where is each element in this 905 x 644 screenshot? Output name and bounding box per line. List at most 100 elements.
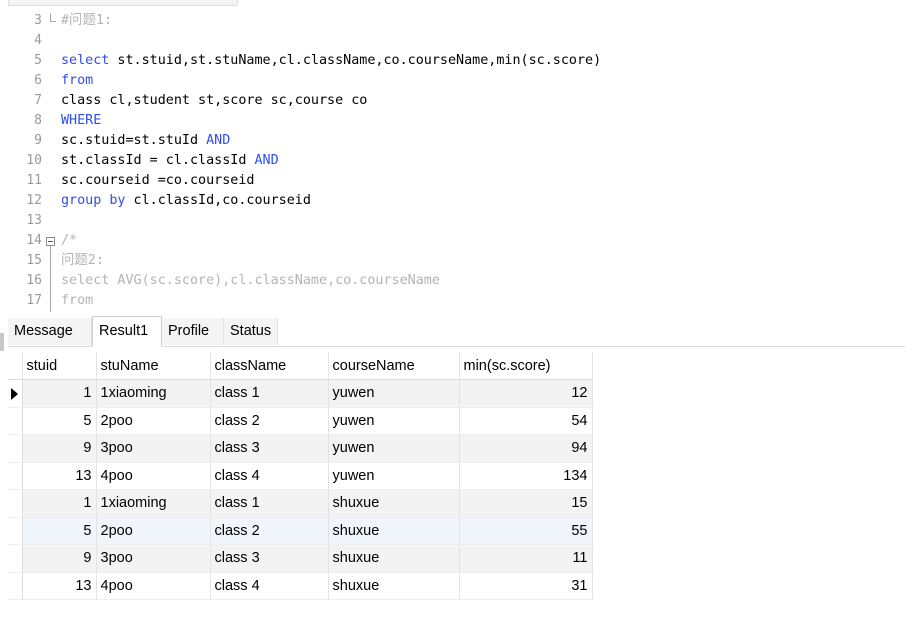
code-line[interactable]: 8 WHERE — [0, 111, 905, 131]
row-indicator[interactable] — [8, 462, 23, 490]
fold-end-mark — [50, 21, 56, 22]
cell-coursename[interactable]: shuxue — [328, 544, 460, 573]
fold-toggle-icon[interactable] — [46, 237, 55, 246]
column-header[interactable]: stuName — [96, 352, 211, 380]
table-row[interactable]: 1 1xiaoming class 1 yuwen 12 — [8, 379, 593, 408]
tab-result1[interactable]: Result1 — [92, 316, 162, 347]
code-line[interactable]: 17 from — [0, 291, 905, 311]
cell-coursename[interactable]: shuxue — [328, 572, 460, 600]
cell-stuid[interactable]: 5 — [22, 407, 97, 435]
code-line[interactable]: 9 sc.stuid=st.stuId AND — [0, 131, 905, 151]
result-grid[interactable]: stuid stuName className courseName min(sc.sc… — [8, 352, 593, 600]
cell-stuname[interactable]: 1xiaoming — [96, 489, 211, 518]
line-number: 7 — [34, 93, 42, 108]
cell-coursename[interactable]: yuwen — [328, 434, 460, 463]
sql-keyword: AND — [206, 133, 231, 148]
cell-coursename[interactable]: shuxue — [328, 517, 460, 545]
cell-classname[interactable]: class 2 — [210, 407, 329, 435]
code-line[interactable]: 7 class cl,student st,score sc,course co — [0, 91, 905, 111]
tab-profile[interactable]: Profile — [162, 318, 224, 345]
row-indicator[interactable] — [8, 572, 23, 600]
line-number: 15 — [26, 253, 42, 268]
line-number: 9 — [34, 133, 42, 148]
row-indicator[interactable] — [8, 544, 23, 573]
table-row[interactable]: 5 2poo class 2 yuwen 54 — [8, 407, 593, 435]
table-row[interactable]: 1 1xiaoming class 1 shuxue 15 — [8, 489, 593, 518]
row-indicator[interactable] — [8, 379, 23, 408]
column-header[interactable]: courseName — [328, 352, 460, 380]
cell-min-sc-score[interactable]: 31 — [459, 572, 593, 600]
code-line[interactable]: 3 #问题1: — [0, 11, 905, 31]
code-line[interactable]: 13 — [0, 211, 905, 231]
cell-stuid[interactable]: 13 — [22, 572, 97, 600]
row-indicator-header — [8, 352, 23, 380]
code-line[interactable]: 16 select AVG(sc.score),cl.className,co.c… — [0, 271, 905, 291]
cell-classname[interactable]: class 4 — [210, 462, 329, 490]
column-header[interactable]: stuid — [22, 352, 97, 380]
cell-stuname[interactable]: 2poo — [96, 517, 211, 545]
cell-stuname[interactable]: 2poo — [96, 407, 211, 435]
table-row[interactable]: 5 2poo class 2 shuxue 55 — [8, 517, 593, 545]
row-indicator[interactable] — [8, 407, 23, 435]
sql-comment: 问题2: — [61, 253, 104, 268]
column-header[interactable]: min(sc.score) — [459, 352, 593, 380]
line-number: 12 — [26, 193, 42, 208]
cell-coursename[interactable]: yuwen — [328, 379, 460, 408]
table-row[interactable]: 13 4poo class 4 yuwen 134 — [8, 462, 593, 490]
cell-classname[interactable]: class 3 — [210, 434, 329, 463]
code-text: st.classId = cl.classId AND — [61, 151, 279, 171]
cell-stuid[interactable]: 9 — [22, 434, 97, 463]
code-line[interactable]: 11 sc.courseid =co.courseid — [0, 171, 905, 191]
tab-message[interactable]: Message — [8, 318, 92, 345]
cell-min-sc-score[interactable]: 55 — [459, 517, 593, 545]
cell-stuname[interactable]: 4poo — [96, 572, 211, 600]
cell-coursename[interactable]: yuwen — [328, 407, 460, 435]
cell-stuname[interactable]: 1xiaoming — [96, 379, 211, 408]
sql-keyword: group by — [61, 193, 126, 208]
cell-stuid[interactable]: 13 — [22, 462, 97, 490]
cell-min-sc-score[interactable]: 134 — [459, 462, 593, 490]
row-indicator[interactable] — [8, 489, 23, 518]
cell-stuid[interactable]: 1 — [22, 489, 97, 518]
cell-min-sc-score[interactable]: 12 — [459, 379, 593, 408]
cell-coursename[interactable]: yuwen — [328, 462, 460, 490]
cell-classname[interactable]: class 2 — [210, 517, 329, 545]
cell-coursename[interactable]: shuxue — [328, 489, 460, 518]
row-indicator[interactable] — [8, 517, 23, 545]
cell-min-sc-score[interactable]: 15 — [459, 489, 593, 518]
cell-stuid[interactable]: 1 — [22, 379, 97, 408]
column-header[interactable]: className — [210, 352, 329, 380]
cell-classname[interactable]: class 4 — [210, 572, 329, 600]
cell-classname[interactable]: class 1 — [210, 489, 329, 518]
cell-stuname[interactable]: 3poo — [96, 434, 211, 463]
code-line[interactable]: 6 from — [0, 71, 905, 91]
cell-min-sc-score[interactable]: 54 — [459, 407, 593, 435]
table-row[interactable]: 13 4poo class 4 shuxue 31 — [8, 572, 593, 600]
cell-stuid[interactable]: 5 — [22, 517, 97, 545]
cell-stuname[interactable]: 3poo — [96, 544, 211, 573]
table-row[interactable]: 9 3poo class 3 yuwen 94 — [8, 434, 593, 463]
code-text: 问题2: — [61, 251, 104, 271]
code-line[interactable]: 12 group by cl.classId,co.courseid — [0, 191, 905, 211]
code-text: from — [61, 71, 93, 91]
cell-classname[interactable]: class 1 — [210, 379, 329, 408]
table-row[interactable]: 9 3poo class 3 shuxue 11 — [8, 544, 593, 573]
current-row-arrow-icon — [11, 388, 18, 400]
code-line[interactable]: 14 /* — [0, 231, 905, 251]
cell-classname[interactable]: class 3 — [210, 544, 329, 573]
cell-min-sc-score[interactable]: 11 — [459, 544, 593, 573]
code-line[interactable]: 10 st.classId = cl.classId AND — [0, 151, 905, 171]
code-line[interactable]: 5 select st.stuid,st.stuName,cl.className… — [0, 51, 905, 71]
row-indicator[interactable] — [8, 434, 23, 463]
cell-stuid[interactable]: 9 — [22, 544, 97, 573]
cell-min-sc-score[interactable]: 94 — [459, 434, 593, 463]
sql-editor[interactable]: 3 #问题1: 4 5 select st.stuid,st.stuName,cl.cl… — [0, 6, 905, 312]
splitter-marker — [0, 333, 4, 351]
sql-token: class cl,student st,score sc,course co — [61, 93, 368, 108]
tab-status[interactable]: Status — [224, 318, 278, 345]
code-line[interactable]: 4 — [0, 31, 905, 51]
code-line[interactable]: 15 问题2: — [0, 251, 905, 271]
code-text: WHERE — [61, 111, 101, 131]
cell-stuname[interactable]: 4poo — [96, 462, 211, 490]
sql-comment: from — [61, 293, 94, 308]
